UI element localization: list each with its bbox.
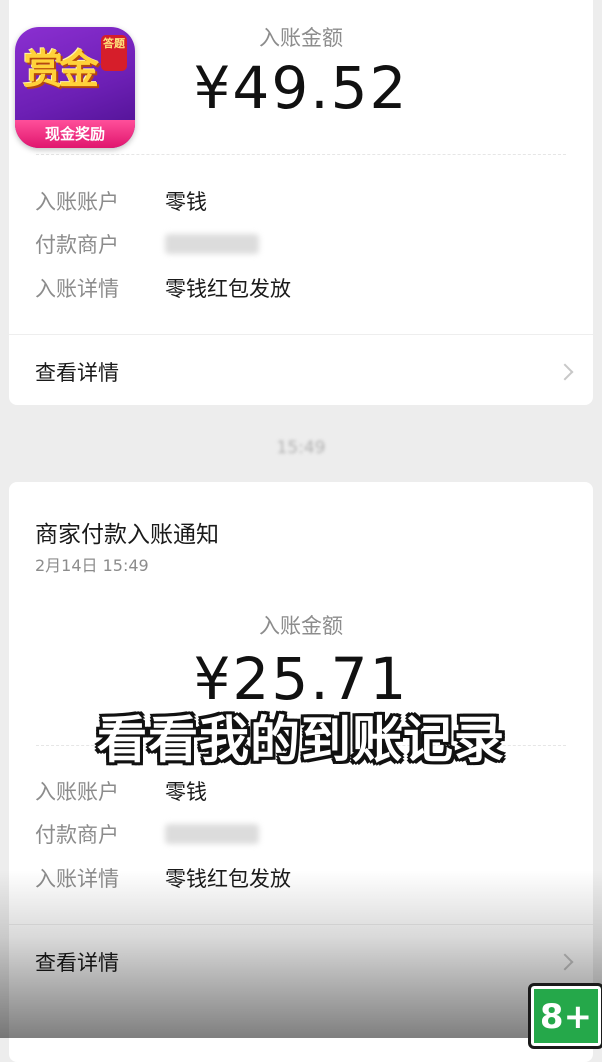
video-caption: 看看我的到账记录: [97, 711, 505, 769]
row-key: 入账详情: [35, 867, 119, 891]
blurred-merchant-name: [165, 824, 259, 844]
row-value: 零钱红包发放: [165, 867, 291, 891]
age-rating-badge: 8+: [528, 983, 602, 1049]
row-account: 入账账户 零钱: [35, 186, 207, 216]
time-separator: 15:49: [276, 438, 326, 458]
row-account: 入账账户 零钱: [35, 776, 207, 806]
row-key: 入账账户: [35, 190, 119, 214]
row-key: 付款商户: [35, 233, 119, 257]
row-key: 付款商户: [35, 823, 119, 847]
view-details-link[interactable]: 查看详情: [35, 357, 119, 387]
chevron-right-icon[interactable]: [556, 363, 574, 381]
row-details: 入账详情 零钱红包发放: [35, 273, 291, 303]
row-key: 入账详情: [35, 277, 119, 301]
notification-title: 商家付款入账通知: [35, 522, 219, 548]
blurred-merchant-name: [165, 234, 259, 254]
app-icon-banner: 现金奖励: [15, 120, 135, 148]
divider: [9, 924, 593, 925]
app-icon-seal: 答题: [101, 35, 127, 71]
row-details: 入账详情 零钱红包发放: [35, 863, 291, 893]
app-icon-main-text: 赏金: [23, 46, 99, 93]
divider: [36, 154, 566, 155]
payment-card-2: 商家付款入账通知 2月14日 15:49 入账金额 ¥25.71 入账账户 零钱…: [9, 482, 593, 1062]
row-value: 零钱: [165, 190, 207, 214]
view-details-link[interactable]: 查看详情: [35, 947, 119, 977]
row-merchant: 付款商户: [35, 229, 259, 259]
notification-date: 2月14日 15:49: [35, 556, 149, 575]
row-value: 零钱红包发放: [165, 277, 291, 301]
chevron-right-icon[interactable]: [556, 953, 574, 971]
row-key: 入账账户: [35, 780, 119, 804]
row-merchant: 付款商户: [35, 819, 259, 849]
divider: [9, 334, 593, 335]
row-value: 零钱: [165, 780, 207, 804]
amount-label: 入账金额: [259, 614, 343, 638]
app-icon-logo: 赏金 答题 现金奖励: [15, 27, 135, 148]
